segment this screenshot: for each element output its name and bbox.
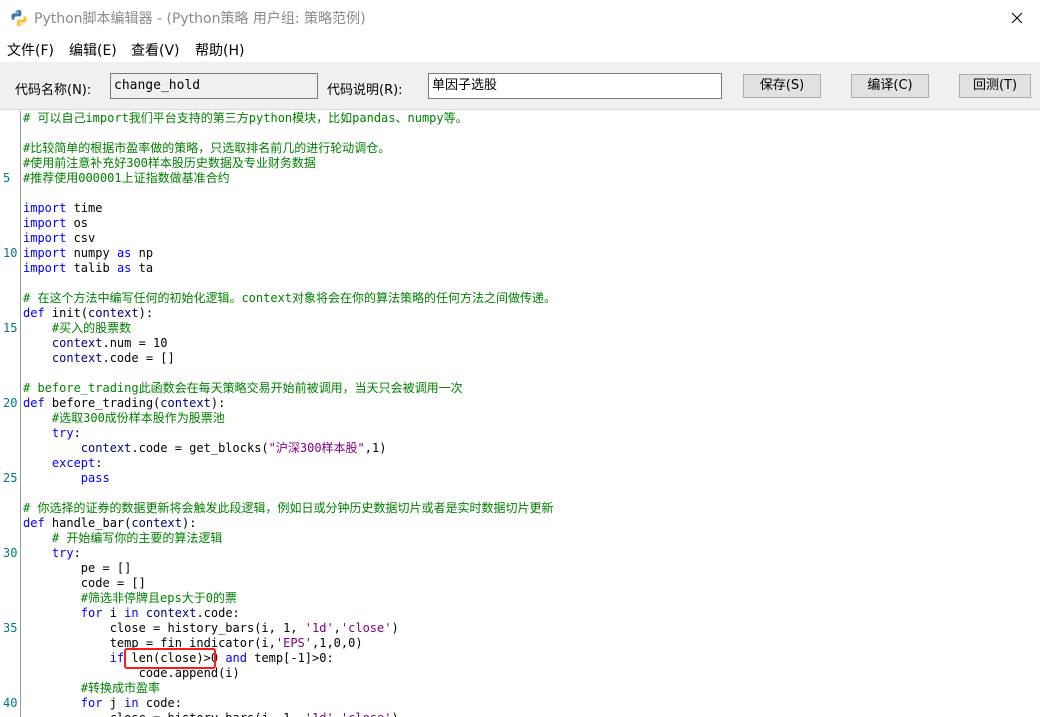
code-line: import talib as ta — [23, 261, 154, 275]
code-line: # 你选择的证券的数据更新将会触发此段逻辑，例如日或分钟历史数据切片或者是实时数… — [23, 501, 554, 515]
code-name-field[interactable]: change_hold — [110, 73, 318, 99]
close-window-button[interactable] — [994, 0, 1040, 36]
code-line: #比较简单的根据市盈率做的策略，只选取排名前几的进行轮动调仓。 — [23, 141, 391, 155]
code-line: #使用前注意补充好300样本股历史数据及专业财务数据 — [23, 156, 316, 170]
code-line: import time — [23, 201, 103, 215]
code-line: #买入的股票数 — [23, 321, 132, 335]
line-number: 40 — [3, 696, 18, 710]
highlight-annotation-box — [124, 648, 216, 669]
line-number: 25 — [3, 471, 18, 485]
save-button[interactable]: 保存(S) — [743, 74, 821, 98]
gutter-divider — [20, 111, 21, 717]
line-number: 30 — [3, 546, 18, 560]
code-desc-field[interactable]: 单因子选股 — [428, 73, 722, 99]
code-line: close = history_bars(i, 1, '1d','close') — [23, 621, 399, 635]
code-line: def init(context): — [23, 306, 154, 320]
script-toolbar: 代码名称(N): change_hold 代码说明(R): 单因子选股 保存(S… — [0, 62, 1040, 110]
title-bar: Python脚本编辑器 - (Python策略 用户组: 策略范例) — [0, 0, 1040, 36]
code-line: for i in context.code: — [80, 606, 240, 620]
code-desc-label: 代码说明(R): — [327, 83, 403, 98]
menu-file[interactable]: 文件(F) — [7, 40, 54, 60]
code-line: # 开始编写你的主要的算法逻辑 — [23, 531, 223, 545]
code-line: try: — [51, 426, 81, 440]
line-number-gutter: 5 10 15 20 25 30 35 40 — [0, 111, 20, 717]
line-number: 5 — [3, 171, 11, 185]
line-number: 20 — [3, 396, 18, 410]
code-line: try: — [51, 546, 81, 560]
code-line: def before_trading(context): — [23, 396, 226, 410]
code-line: #转换成市盈率 — [23, 681, 161, 695]
menu-bar: 文件(F) 编辑(E) 查看(V) 帮助(H) — [0, 36, 1040, 62]
backtest-button[interactable]: 回测(T) — [959, 74, 1031, 98]
code-line: except: — [51, 456, 103, 470]
code-line: import os — [23, 216, 89, 230]
code-name-label: 代码名称(N): — [15, 83, 92, 98]
code-line: def handle_bar(context): — [23, 516, 197, 530]
code-editor[interactable]: 5 10 15 20 25 30 35 40 # 可以自己import我们平台支… — [0, 111, 1040, 717]
code-line: close = history_bars(j, 1, '1d','close') — [23, 711, 399, 717]
code-line: pass — [80, 471, 110, 485]
code-line: # before_trading此函数会在每天策略交易开始前被调用，当天只会被调… — [23, 381, 463, 395]
code-line: #选取300成份样本股作为股票池 — [23, 411, 225, 425]
menu-help[interactable]: 帮助(H) — [195, 40, 244, 60]
code-line: context.code = [] — [51, 351, 175, 365]
line-number: 15 — [3, 321, 18, 335]
line-number: 35 — [3, 621, 18, 635]
code-line: pe = [] — [23, 561, 132, 575]
code-line: context.num = 10 — [51, 336, 168, 350]
code-line: code = [] — [23, 576, 146, 590]
python-app-icon — [11, 10, 27, 26]
code-line: import numpy as np — [23, 246, 154, 260]
window-title: Python脚本编辑器 - (Python策略 用户组: 策略范例) — [34, 11, 366, 27]
close-icon — [1011, 12, 1023, 24]
menu-view[interactable]: 查看(V) — [131, 40, 180, 60]
code-line: #筛选非停牌且eps大于0的票 — [23, 591, 237, 605]
code-line: context.code = get_blocks("沪深300样本股",1) — [80, 441, 387, 455]
code-line: # 可以自己import我们平台支持的第三方python模块，比如pandas、… — [23, 111, 468, 125]
code-line: import csv — [23, 231, 96, 245]
code-line: # 在这个方法中编写任何的初始化逻辑。context对象将会在你的算法策略的任何… — [23, 291, 557, 305]
code-line: for j in code: — [80, 696, 182, 710]
line-number: 10 — [3, 246, 18, 260]
menu-edit[interactable]: 编辑(E) — [69, 40, 117, 60]
compile-button[interactable]: 编译(C) — [851, 74, 929, 98]
code-line: #推荐使用000001上证指数做基准合约 — [23, 171, 230, 185]
